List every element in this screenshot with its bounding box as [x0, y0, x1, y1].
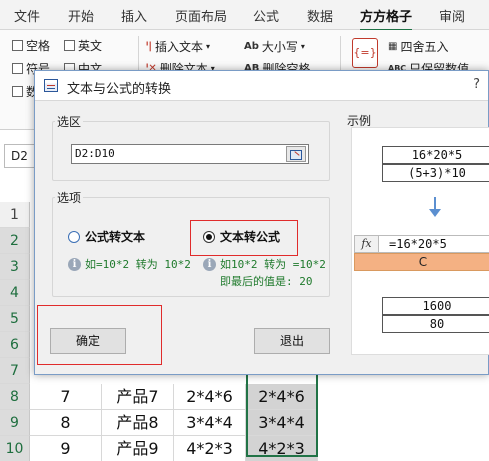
- insert-text-button[interactable]: ᴵ| 插入文本 ▾: [146, 38, 210, 55]
- case-icon: Ab: [244, 41, 259, 52]
- options-group-label: 选项: [55, 189, 84, 206]
- convert-formula-icon[interactable]: {=}: [352, 38, 378, 68]
- info-icon: i: [203, 258, 216, 271]
- example-panel: 16*20*5 (5+3)*10 fx =16*20*5 C 1600 80: [351, 127, 489, 355]
- help-icon[interactable]: ?: [473, 77, 480, 92]
- table-cell[interactable]: 9: [30, 436, 102, 461]
- checkbox-label: 英文: [78, 39, 103, 53]
- fx-icon: fx: [355, 236, 379, 252]
- table-cell[interactable]: 4*2*3: [174, 436, 246, 461]
- round-button[interactable]: ▦ 四舍五入: [388, 38, 448, 55]
- row-header[interactable]: 10: [0, 436, 30, 461]
- exit-button[interactable]: 退出: [254, 328, 330, 354]
- table-cell-selected[interactable]: 2*4*6: [246, 384, 318, 410]
- dialog-title: 文本与公式的转换: [67, 82, 172, 97]
- example-text-cell: 16*20*5: [382, 146, 489, 164]
- radio-button-on[interactable]: [203, 230, 215, 243]
- tab-page-layout[interactable]: 页面布局: [175, 6, 227, 25]
- table-cell[interactable]: 产品9: [102, 436, 174, 461]
- table-cell[interactable]: 产品7: [102, 384, 174, 410]
- dialog-title-bar[interactable]: 文本与公式的转换 ?: [35, 71, 488, 101]
- name-box[interactable]: D2: [4, 144, 38, 168]
- row-header[interactable]: 6: [0, 332, 30, 358]
- tab-file[interactable]: 文件: [14, 6, 40, 25]
- example-result-cell: 1600: [382, 297, 489, 315]
- radio-formula-to-text[interactable]: 公式转文本: [68, 228, 145, 245]
- radio-text-to-formula[interactable]: 文本转公式: [203, 228, 280, 245]
- chevron-down-icon: ▾: [206, 42, 211, 51]
- row-header[interactable]: 2: [0, 228, 30, 254]
- checkbox-label: 空格: [26, 39, 51, 53]
- text-formula-dialog: 文本与公式的转换 ? 选区 D2:D10 选项 公式转文本 文本转公式 i 如=…: [34, 70, 489, 375]
- hint-text-to-formula: 如10*2 转为 =10*2: [220, 258, 326, 271]
- tab-review[interactable]: 审阅: [439, 6, 465, 25]
- table-cell[interactable]: 8: [30, 410, 102, 436]
- table-cell[interactable]: 7: [30, 384, 102, 410]
- round-icon: ▦: [388, 41, 398, 52]
- example-text-cell: (5+3)*10: [382, 164, 489, 182]
- row-header[interactable]: 8: [0, 384, 30, 410]
- case-label: 大小写: [261, 40, 298, 54]
- tab-formulas[interactable]: 公式: [253, 6, 279, 25]
- range-input[interactable]: D2:D10: [71, 144, 309, 164]
- row-header[interactable]: 1: [0, 202, 30, 228]
- info-icon: i: [68, 258, 81, 271]
- table-cell[interactable]: 3*4*4: [174, 410, 246, 436]
- example-result-cell: 80: [382, 315, 489, 333]
- radio-button-off[interactable]: [68, 230, 80, 243]
- row-header[interactable]: 3: [0, 254, 30, 280]
- tab-insert[interactable]: 插入: [121, 6, 147, 25]
- ribbon-tab-bar: 文件 开始 插入 页面布局 公式 数据 方方格子 审阅: [0, 0, 489, 32]
- insert-text-icon: ᴵ|: [146, 41, 152, 52]
- checkbox-box[interactable]: [12, 86, 23, 97]
- chevron-down-icon: ▾: [300, 42, 305, 51]
- checkbox-box[interactable]: [12, 40, 23, 51]
- app-icon: [44, 79, 58, 92]
- checkbox-box[interactable]: [12, 63, 23, 74]
- tab-home[interactable]: 开始: [68, 6, 94, 25]
- column-header-c: C: [354, 253, 489, 271]
- ok-button[interactable]: 确定: [50, 328, 126, 354]
- case-button[interactable]: Ab 大小写 ▾: [244, 38, 305, 55]
- arrow-down-icon: [429, 197, 441, 217]
- table-cell-selected[interactable]: 3*4*4: [246, 410, 318, 436]
- tab-data[interactable]: 数据: [307, 6, 333, 25]
- range-select-icon[interactable]: [286, 146, 306, 162]
- insert-text-label: 插入文本: [155, 40, 204, 54]
- hint-formula-to-text: 如=10*2 转为 10*2: [85, 258, 191, 271]
- hint-text-to-formula-result: 即最后的值是: 20: [220, 275, 313, 288]
- formula-bar-value: =16*20*5: [389, 237, 447, 251]
- row-header[interactable]: 9: [0, 410, 30, 436]
- row-header[interactable]: 5: [0, 306, 30, 332]
- checkbox-space[interactable]: 空格: [12, 37, 50, 54]
- tab-fangfang-gezi[interactable]: 方方格子: [360, 6, 413, 32]
- round-label: 四舍五入: [400, 40, 449, 54]
- checkbox-box[interactable]: [64, 40, 75, 51]
- table-cell[interactable]: 2*4*6: [174, 384, 246, 410]
- table-cell[interactable]: 产品8: [102, 410, 174, 436]
- row-header[interactable]: 7: [0, 358, 30, 384]
- radio-label: 文本转公式: [220, 230, 281, 244]
- row-header[interactable]: 4: [0, 280, 30, 306]
- formula-bar: fx =16*20*5: [354, 235, 489, 253]
- table-cell-selected[interactable]: 4*2*3: [246, 436, 318, 461]
- radio-label: 公式转文本: [85, 230, 146, 244]
- range-group-label: 选区: [55, 113, 84, 130]
- checkbox-english[interactable]: 英文: [64, 37, 102, 54]
